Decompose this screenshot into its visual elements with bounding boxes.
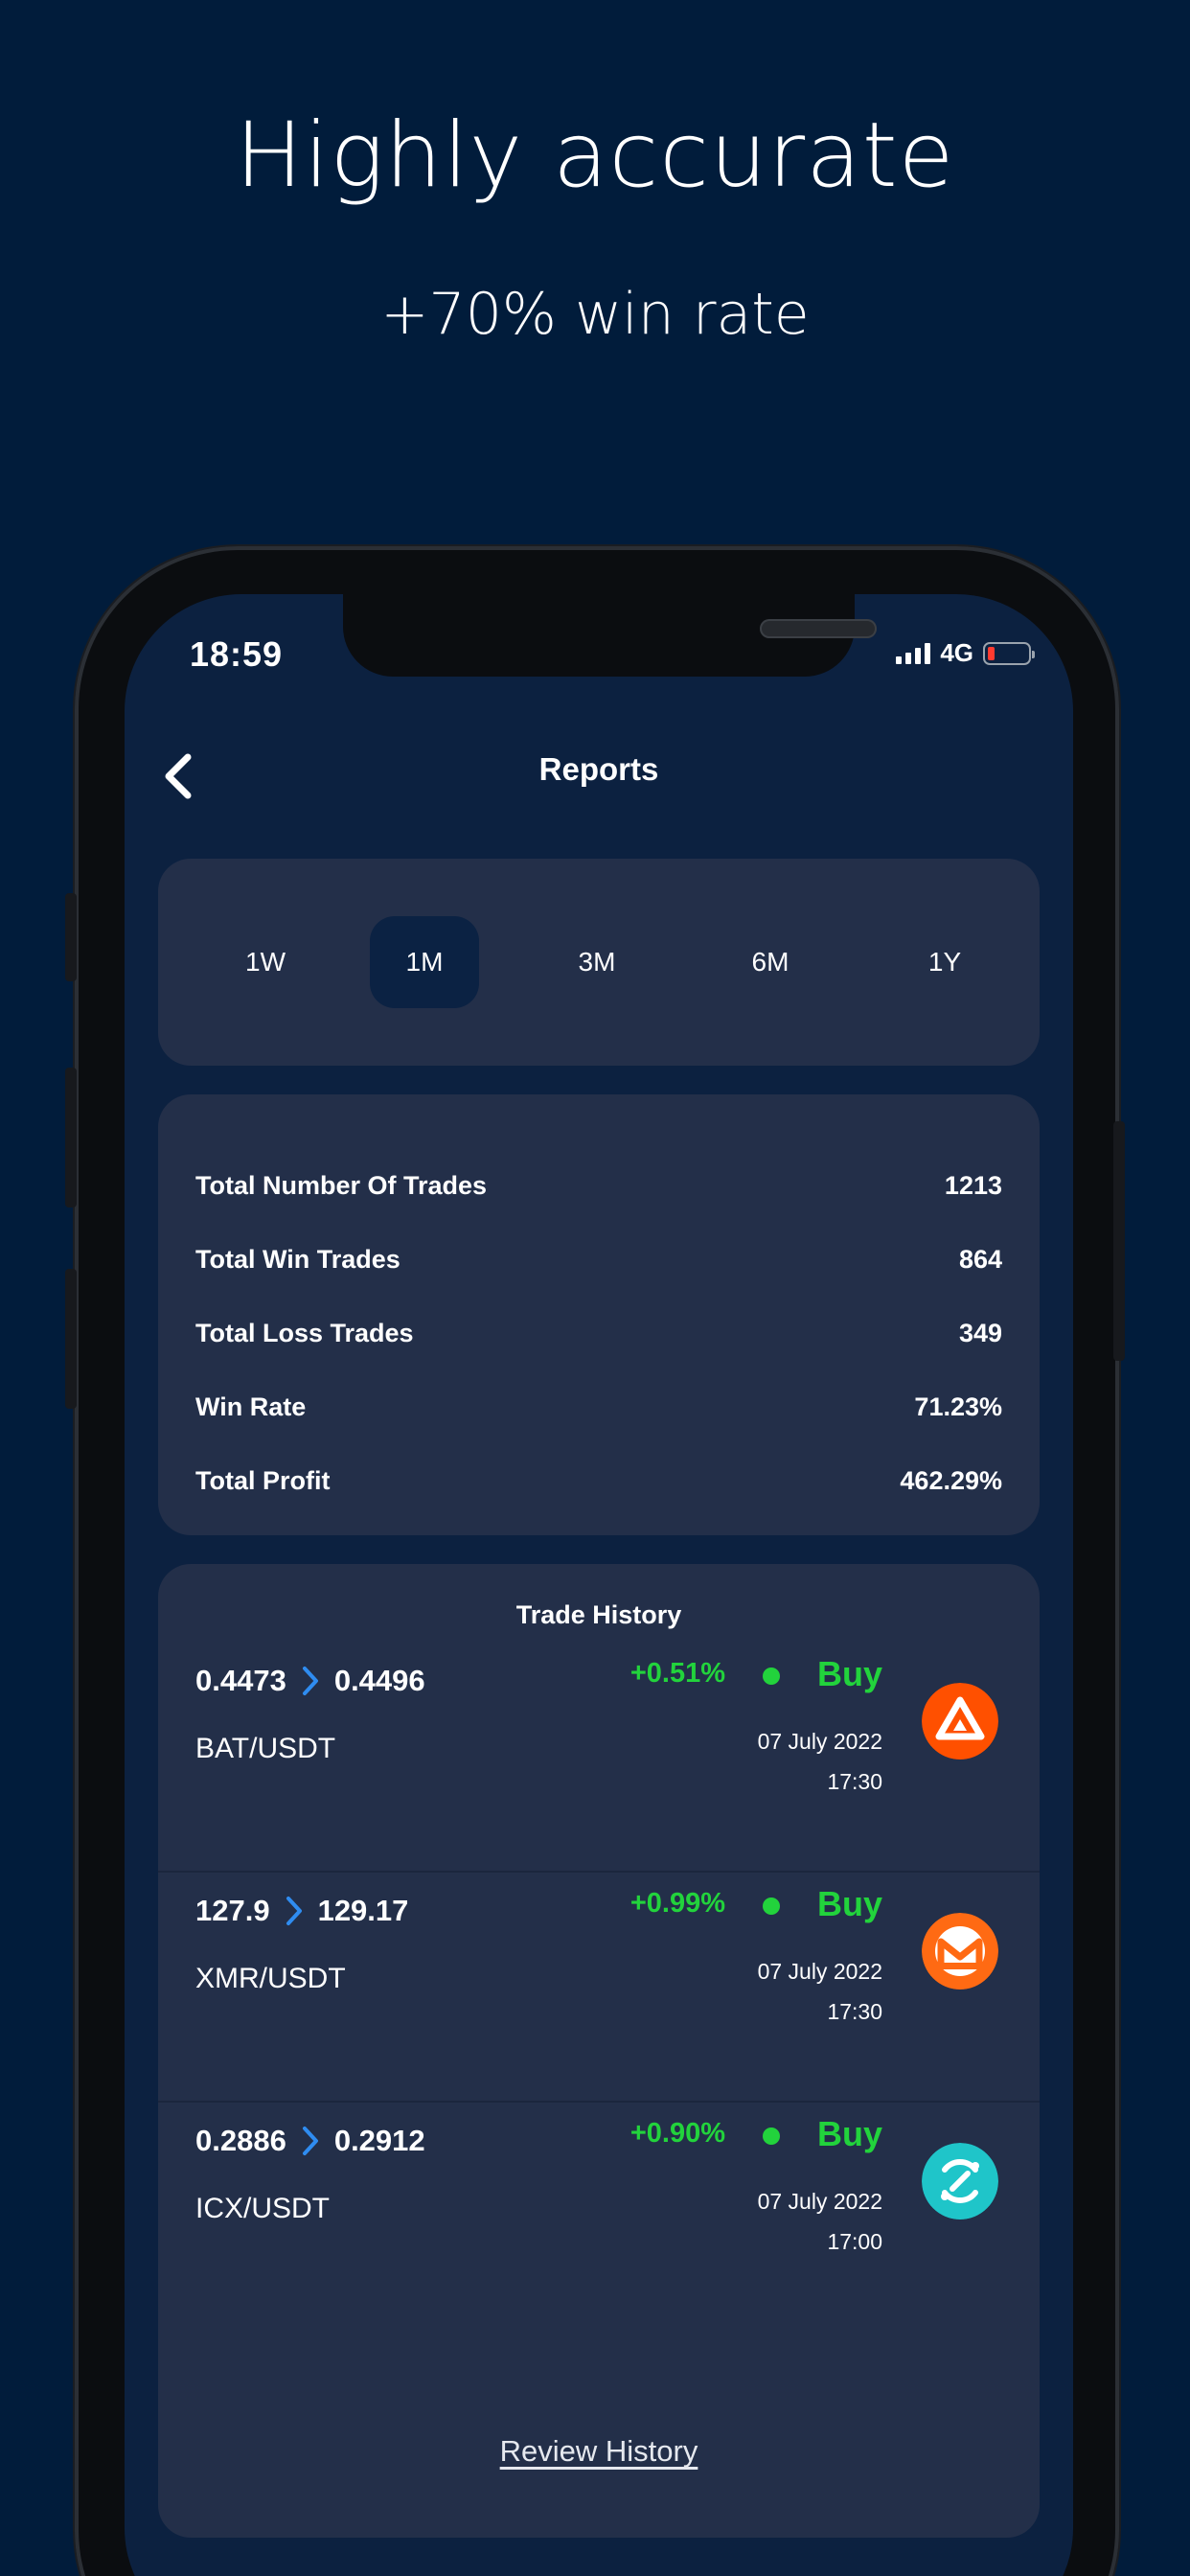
status-indicators: 4G xyxy=(896,638,1035,668)
trade-pair: BAT/USDT xyxy=(195,1733,336,1764)
stat-value: 864 xyxy=(958,1244,1002,1274)
trade-date: 07 July 2022 xyxy=(757,2189,882,2214)
trade-datetime: 07 July 2022 17:30 xyxy=(758,1721,882,1802)
phone-silent-switch xyxy=(65,893,77,981)
chevron-right-icon xyxy=(286,1897,302,1925)
stat-value: 462.29% xyxy=(900,1465,1002,1495)
trade-date: 07 July 2022 xyxy=(757,1729,882,1754)
stat-value: 1213 xyxy=(944,1170,1002,1200)
trade-history-title: Trade History xyxy=(515,1600,682,1629)
period-tab-1m[interactable]: 1M xyxy=(370,916,479,1008)
review-history-link[interactable]: Review History xyxy=(158,2434,1040,2469)
bat-coin-icon xyxy=(922,1683,998,1760)
speaker-grille xyxy=(760,619,877,638)
stats-summary-card: Total Number Of Trades 1213 Total Win Tr… xyxy=(158,1094,1040,1535)
entry-price: 0.2886 xyxy=(195,2124,286,2157)
trade-side: Buy xyxy=(816,1884,882,1923)
trade-prices: 127.9 129.17 xyxy=(195,1894,408,1928)
stat-label: Total Number Of Trades xyxy=(195,1170,488,1200)
stat-label: Total Loss Trades xyxy=(195,1318,414,1347)
stat-label: Win Rate xyxy=(195,1392,307,1421)
trade-row[interactable]: 0.4473 0.4496 BAT/USDT +0.51% Buy 07 Jul… xyxy=(158,1641,1040,1873)
stat-label: Total Profit xyxy=(195,1465,331,1495)
trade-change: +0.90% xyxy=(629,2118,725,2149)
trade-time: 17:30 xyxy=(827,1999,882,2024)
stat-value: 349 xyxy=(958,1318,1002,1347)
status-dot-icon xyxy=(763,1668,780,1685)
chevron-right-icon xyxy=(302,1667,318,1695)
stat-row-total-trades: Total Number Of Trades 1213 xyxy=(195,1166,1002,1205)
period-tab-3m[interactable]: 3M xyxy=(542,916,652,1008)
trade-pair: XMR/USDT xyxy=(195,1963,346,1994)
icon-coin-icon xyxy=(922,2143,998,2220)
chevron-right-icon xyxy=(302,2127,318,2155)
trade-row[interactable]: 0.2886 0.2912 ICX/USDT +0.90% Buy 07 Jul… xyxy=(158,2101,1040,2331)
trade-date: 07 July 2022 xyxy=(757,1959,882,1984)
trade-time: 17:00 xyxy=(827,2229,882,2254)
promo-headline: Highly accurate xyxy=(235,104,955,208)
trade-side: Buy xyxy=(816,2114,882,2153)
app-store-screenshot: Highly accurate +70% win rate 18:59 4G R… xyxy=(0,0,1190,2576)
period-tab-6m[interactable]: 6M xyxy=(716,916,825,1008)
phone-screen: 18:59 4G Reports 1W 1M 3M 6M 1Y Total Nu… xyxy=(125,594,1073,2576)
stat-label: Total Win Trades xyxy=(195,1244,400,1274)
stat-row-total-profit: Total Profit 462.29% xyxy=(195,1461,1002,1500)
period-selector: 1W 1M 3M 6M 1Y xyxy=(158,859,1040,1066)
network-type: 4G xyxy=(940,638,973,667)
trade-prices: 0.2886 0.2912 xyxy=(195,2124,425,2158)
stat-row-win-rate: Win Rate 71.23% xyxy=(195,1388,1002,1426)
trade-datetime: 07 July 2022 17:00 xyxy=(758,2181,882,2262)
phone-notch xyxy=(343,594,877,677)
exit-price: 0.4496 xyxy=(333,1664,425,1697)
page-title: Reports xyxy=(538,751,659,787)
trade-change: +0.99% xyxy=(629,1888,725,1919)
phone-volume-down-button xyxy=(65,1269,77,1409)
exit-price: 0.2912 xyxy=(333,2124,425,2157)
phone-power-button xyxy=(1113,1121,1125,1361)
entry-price: 127.9 xyxy=(195,1894,270,1927)
trade-side: Buy xyxy=(816,1654,882,1693)
stat-row-win-trades: Total Win Trades 864 xyxy=(195,1240,1002,1278)
trade-history-card: Trade History 0.4473 0.4496 BAT/USDT +0.… xyxy=(158,1564,1040,2538)
stat-row-loss-trades: Total Loss Trades 349 xyxy=(195,1314,1002,1352)
battery-icon xyxy=(983,641,1035,665)
cellular-signal-icon xyxy=(896,642,931,664)
promo-subline: +70% win rate xyxy=(380,281,810,348)
status-time: 18:59 xyxy=(190,634,284,674)
period-tab-1w[interactable]: 1W xyxy=(211,916,320,1008)
trade-datetime: 07 July 2022 17:30 xyxy=(758,1951,882,2032)
trade-pair: ICX/USDT xyxy=(195,2193,331,2224)
exit-price: 129.17 xyxy=(317,1894,409,1927)
trade-change: +0.51% xyxy=(629,1658,725,1689)
battery-level-indicator xyxy=(988,646,995,660)
status-dot-icon xyxy=(763,1898,780,1915)
trade-row[interactable]: 127.9 129.17 XMR/USDT +0.99% Buy 07 July… xyxy=(158,1871,1040,2103)
period-tab-1y[interactable]: 1Y xyxy=(890,916,999,1008)
monero-coin-icon xyxy=(922,1913,998,1990)
phone-volume-up-button xyxy=(65,1068,77,1208)
stat-value: 71.23% xyxy=(914,1392,1002,1421)
trade-prices: 0.4473 0.4496 xyxy=(195,1664,425,1698)
trade-time: 17:30 xyxy=(827,1769,882,1794)
entry-price: 0.4473 xyxy=(195,1664,286,1697)
status-dot-icon xyxy=(763,2128,780,2145)
